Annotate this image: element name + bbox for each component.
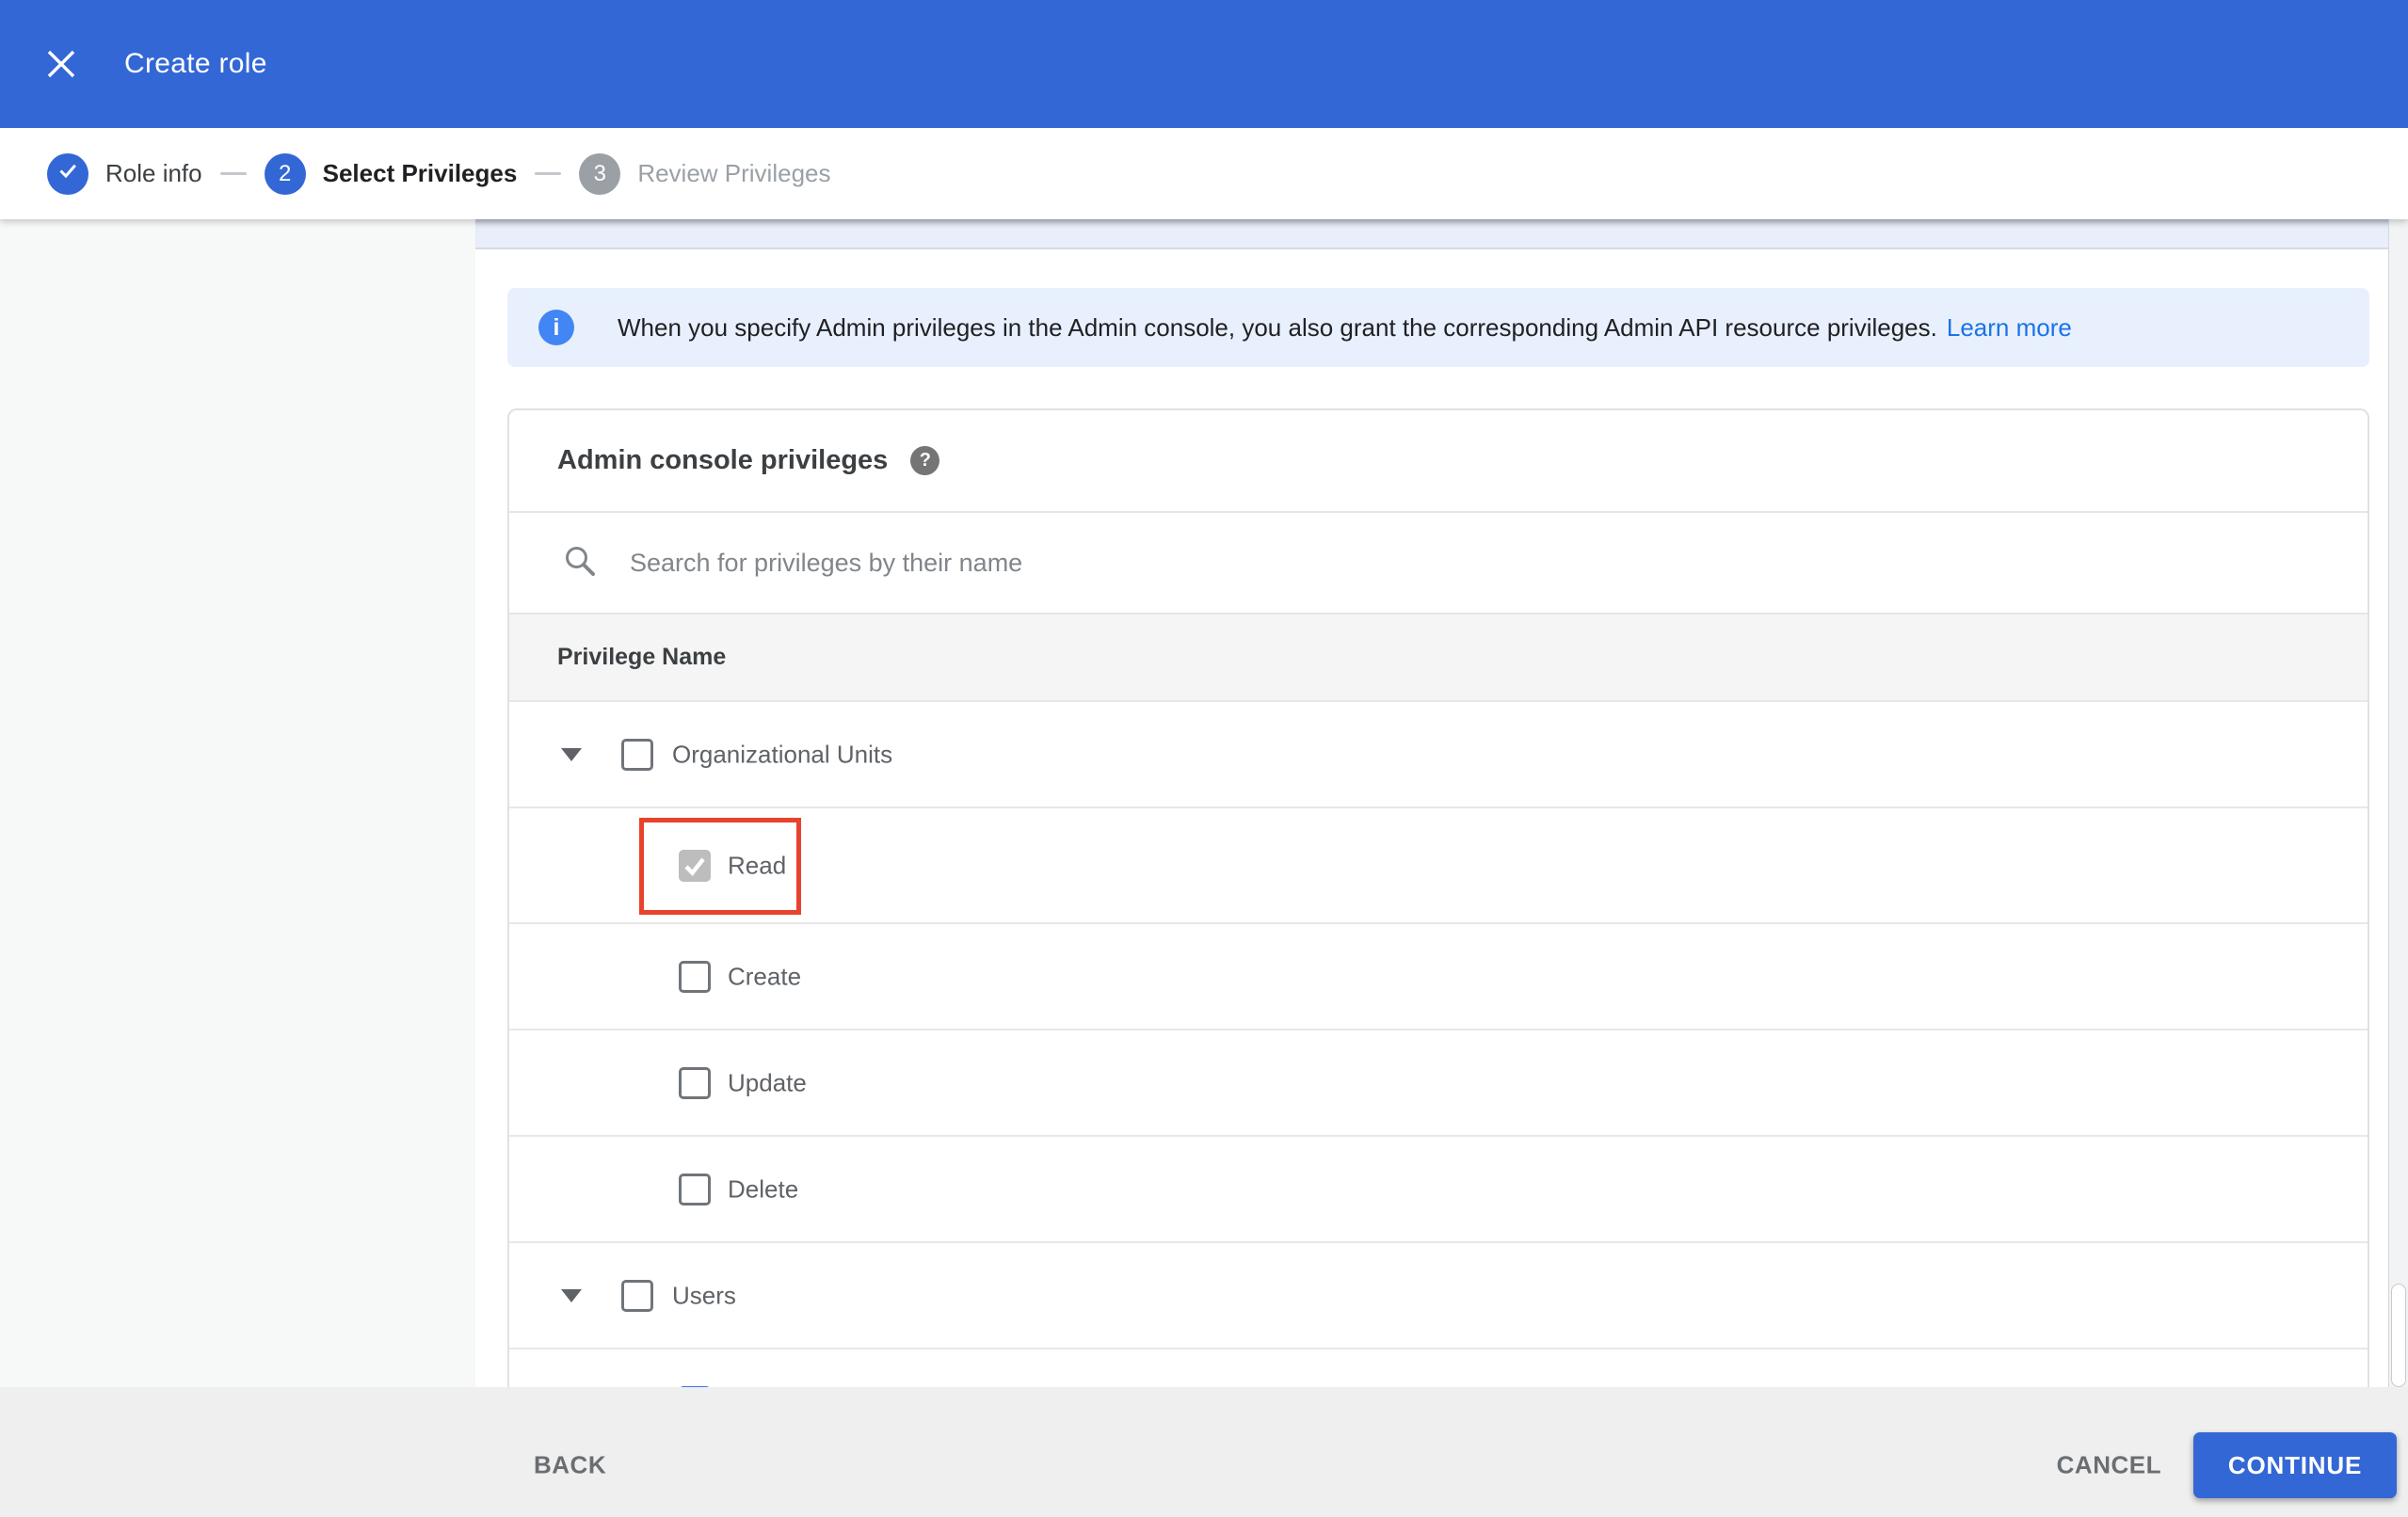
- checkbox-read[interactable]: [679, 849, 711, 882]
- step-number: 2: [264, 152, 306, 195]
- checkbox-organizational-units[interactable]: [621, 738, 653, 771]
- content-area: i When you specify Admin privileges in t…: [475, 219, 2408, 1387]
- privileges-table: Organizational Units Read Create Update: [509, 700, 2368, 1387]
- dialog-body: i When you specify Admin privileges in t…: [0, 219, 2408, 1387]
- step-label: Review Privileges: [637, 159, 831, 187]
- checkbox-delete[interactable]: [679, 1173, 711, 1206]
- step-connector: [219, 172, 247, 175]
- privilege-label: Delete: [728, 1174, 799, 1203]
- privilege-row-delete[interactable]: Delete: [509, 1135, 2368, 1241]
- cancel-button[interactable]: CANCEL: [2057, 1451, 2161, 1480]
- card-header: Admin console privileges ?: [509, 410, 2368, 511]
- step-label: Select Privileges: [322, 159, 518, 187]
- banner-text: When you specify Admin privileges in the…: [618, 312, 2072, 342]
- help-icon[interactable]: ?: [910, 446, 940, 475]
- left-panel: [0, 219, 475, 1387]
- content-top-strip: [475, 219, 2408, 249]
- card-title: Admin console privileges: [557, 445, 889, 475]
- checkbox-users[interactable]: [621, 1279, 653, 1312]
- step-completed-circle: [47, 152, 88, 195]
- info-icon: i: [538, 310, 574, 345]
- footer-action-bar: BACK CANCEL CONTINUE: [0, 1387, 2408, 1517]
- checkbox-update[interactable]: [679, 1066, 711, 1099]
- expand-arrow-icon[interactable]: [561, 747, 582, 761]
- step-number: 3: [579, 152, 621, 195]
- privilege-row-create[interactable]: Create: [509, 922, 2368, 1029]
- check-icon: [56, 159, 79, 188]
- scrollbar-track[interactable]: [2388, 219, 2408, 1387]
- learn-more-link[interactable]: Learn more: [1947, 313, 2072, 342]
- step-label: Role info: [105, 159, 202, 187]
- checkbox-create[interactable]: [679, 960, 711, 993]
- privilege-label: Update: [728, 1068, 807, 1096]
- continue-button[interactable]: CONTINUE: [2193, 1432, 2397, 1498]
- privilege-label: Read: [728, 851, 787, 879]
- wizard-stepper: Role info 2 Select Privileges 3 Review P…: [0, 128, 2408, 219]
- privileges-search-row: [509, 511, 2368, 613]
- admin-console-privileges-card: Admin console privileges ? Privilege Nam…: [507, 408, 2369, 1387]
- page-title: Create role: [124, 48, 267, 79]
- privilege-row-read[interactable]: Read: [509, 1348, 2368, 1387]
- step-connector: [535, 172, 562, 175]
- close-icon[interactable]: [43, 46, 79, 82]
- step-review-privileges[interactable]: 3 Review Privileges: [579, 152, 831, 195]
- expand-arrow-icon[interactable]: [561, 1288, 582, 1302]
- search-input[interactable]: [628, 547, 1950, 579]
- privilege-row-update[interactable]: Update: [509, 1029, 2368, 1135]
- privilege-label: Users: [672, 1281, 736, 1309]
- column-header-privilege-name: Privilege Name: [509, 613, 2368, 700]
- back-button[interactable]: BACK: [534, 1451, 606, 1480]
- step-role-info[interactable]: Role info: [47, 152, 202, 195]
- privilege-label: Organizational Units: [672, 740, 893, 768]
- privilege-row-organizational-units[interactable]: Organizational Units: [509, 700, 2368, 806]
- scrollbar-thumb[interactable]: [2391, 1284, 2406, 1387]
- privilege-row-read[interactable]: Read: [509, 806, 2368, 922]
- step-select-privileges[interactable]: 2 Select Privileges: [264, 152, 518, 195]
- search-icon: [562, 543, 598, 583]
- privilege-label: Create: [728, 962, 802, 990]
- create-role-dialog: Create role Role info 2 Select Privilege…: [0, 0, 2408, 1517]
- privilege-row-users[interactable]: Users: [509, 1241, 2368, 1348]
- title-bar: Create role: [0, 0, 2408, 128]
- info-banner: i When you specify Admin privileges in t…: [507, 288, 2369, 367]
